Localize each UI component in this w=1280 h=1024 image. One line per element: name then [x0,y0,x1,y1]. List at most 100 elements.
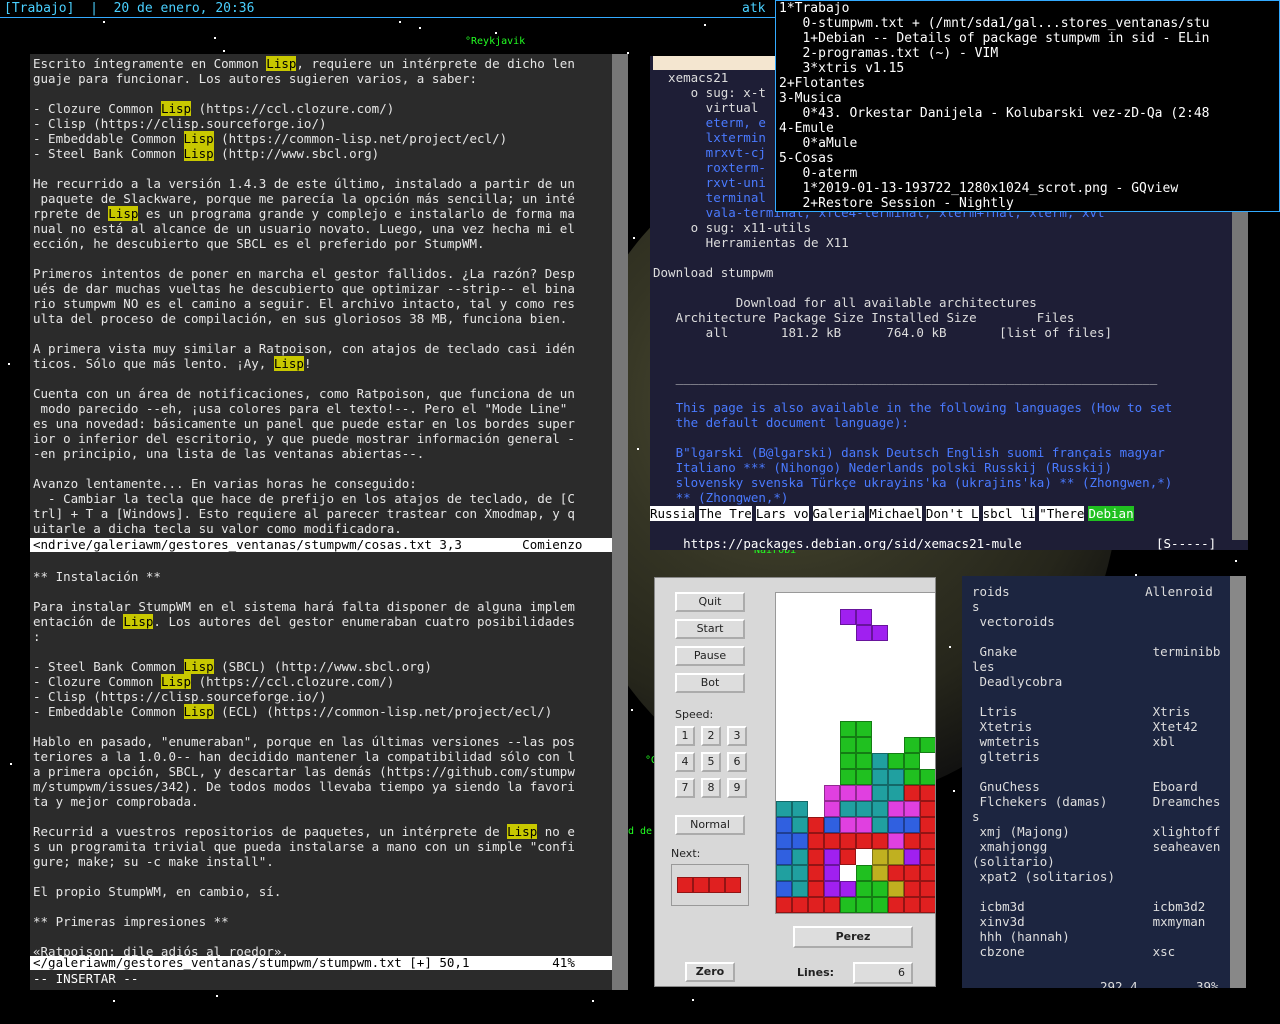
w3m-tab[interactable]: Don't L [925,506,979,521]
w3m-url-status: [S-----] [1156,536,1217,550]
player-name-button[interactable]: Perez [793,926,913,948]
text-span: Hablo en pasado, "enumeraban", porque en… [33,734,575,749]
star [10,763,12,765]
menu-item[interactable]: 0*43. Orkestar Danijela - Kolubarski vez… [779,106,1279,121]
w3m-url: https://packages.debian.org/sid/xemacs21… [683,536,1022,550]
w3m-line[interactable]: This page is also available in the follo… [653,400,1248,415]
tetris-block [872,801,888,817]
w3m-line: ________________________________________… [653,370,1158,385]
text-span: modo parecido --eh, ¡usa colores para el… [33,401,568,416]
w3m-tab[interactable]: Lars vo [755,506,809,521]
menu-item[interactable]: 2+Flotantes [779,76,1279,91]
tetris-board[interactable] [775,592,935,914]
speed-button-6[interactable]: 6 [727,752,747,772]
speed-button-8[interactable]: 8 [701,778,721,798]
next-piece-block [725,877,741,893]
text-line: entación de Lisp. Los autores del gestor… [33,614,575,629]
text-span: rprete de [33,206,109,221]
text-line: a primera opción, SBCL, y descartar las … [33,764,575,779]
speed-button-1[interactable]: 1 [675,726,695,746]
vim-scrollbar[interactable] [612,54,628,990]
w3m-line[interactable]: slovensky svenska Türkçe ukrayins'ka (uk… [653,475,1248,490]
w3m-tab[interactable]: Debian [1088,506,1134,521]
tetris-block [792,849,808,865]
menu-item[interactable]: 0-stumpwm.txt + (/mnt/sda1/gal...stores_… [779,16,1279,31]
text-line [33,584,575,599]
w3m-tab[interactable]: Michael [869,506,922,521]
vim-top-buffer[interactable]: Escrito íntegramente en Common Lisp, req… [30,54,628,538]
text-line [33,644,575,659]
tetris-block [840,833,856,849]
menu-item[interactable]: 0-aterm [779,166,1279,181]
w3m-tab[interactable]: Galeria [812,506,866,521]
text-line [33,371,625,386]
w3m-tab[interactable]: Russia [650,506,696,521]
quit-button[interactable]: Quit [675,592,745,612]
tetris-block [872,897,888,913]
w3m-line[interactable]: ** (Zhongwen,*) [653,490,1248,505]
normal-button[interactable]: Normal [675,815,745,835]
w3m-tab-bar[interactable]: Russia The Tre Lars vo Galeria Michael Don't … [650,506,1248,521]
speed-button-2[interactable]: 2 [701,726,721,746]
vim-bottom-buffer[interactable]: ** Instalación ** Para instalar StumpWM … [30,552,578,956]
tetris-block [888,801,904,817]
text-span: Primeros intentos de poner en marcha el … [33,266,575,281]
start-button[interactable]: Start [675,619,745,639]
game-list-line: Flchekers (damas) Dreamches [972,794,1221,809]
window-list-menu[interactable]: 1*Trabajo 0-stumpwm.txt + (/mnt/sda1/gal… [775,0,1280,212]
w3m-line[interactable]: B"lgarski (B@lgarski) dansk Deutsch Engl… [653,445,1248,460]
menu-item[interactable]: 1+Debian -- Details of package stumpwm i… [779,31,1279,46]
text-span: ta y mejor comprobada. [33,794,199,809]
menu-item[interactable]: 2-programas.txt (~) - VIM [779,46,1279,61]
text-line: Para instalar StumpWM en el sistema hará… [33,599,575,614]
text-span: entación de [33,614,124,629]
speed-button-7[interactable]: 7 [675,778,695,798]
speed-button-3[interactable]: 3 [727,726,747,746]
text-span: Avanzo lentamente... En varias horas he … [33,476,417,491]
text-span: - Clisp (https://clisp.sourceforge.io/) [33,116,327,131]
city-label: °Reykjavik [465,36,526,47]
tetris-block [920,881,935,897]
programas-txt-window[interactable]: roids Allenroid s vectoroids Gnake termin… [962,576,1246,988]
w3m-line[interactable]: Italiano *** (Nihongo) Nederlands polski… [653,460,1248,475]
vim-window[interactable]: Escrito íntegramente en Common Lisp, req… [30,54,628,990]
w3m-line[interactable]: o sug: x11-utils [653,220,1248,235]
menu-item[interactable]: 4-Emule [779,121,1279,136]
w3m-tab[interactable]: "There [1039,506,1085,521]
tetris-block [856,801,872,817]
text-line [33,86,625,101]
star [692,999,694,1001]
tetris-block [920,865,935,881]
star [216,995,218,997]
tetris-block [904,849,920,865]
menu-item[interactable]: 5-Cosas [779,151,1279,166]
text-line [33,929,575,944]
w3m-line[interactable]: the default document language): [653,415,1248,430]
menu-item[interactable]: 1*Trabajo [779,1,1279,16]
xtris-window[interactable]: Quit Start Pause Bot Speed: Normal Next:… [654,577,936,987]
search-highlight: Lisp [183,146,214,161]
text-span: m/stumpwm/issues/342). De todos modos ll… [33,779,575,794]
speed-button-5[interactable]: 5 [701,752,721,772]
bot-button[interactable]: Bot [675,673,745,693]
zero-button[interactable]: Zero [685,962,735,982]
w3m-line: Herramientas de X11 [653,235,849,250]
menu-item[interactable]: 3-Musica [779,91,1279,106]
tetris-block [808,897,824,913]
game-list-line: xmahjongg seaheaven [972,839,1221,854]
w3m-tab[interactable]: sbcl li [982,506,1036,521]
text-line: rio stumpwm NO es el camino a seguir. El… [33,296,625,311]
speed-button-9[interactable]: 9 [727,778,747,798]
menu-item[interactable]: 0*aMule [779,136,1279,151]
game-list-content[interactable]: roids Allenroid s vectoroids Gnake termin… [962,576,1246,959]
menu-item[interactable]: 2+Restore Session - Nightly [779,196,1279,211]
menu-item[interactable]: 1*2019-01-13-193722_1280x1024_scrot.png … [779,181,1279,196]
menu-item[interactable]: 3*xtris v1.15 [779,61,1279,76]
w3m-tab[interactable]: The Tre [699,506,752,521]
game-list-scrollbar[interactable] [1230,576,1246,988]
tetris-block [808,817,824,833]
text-line: - Clozure Common Lisp (https://ccl.clozu… [33,101,625,116]
pause-button[interactable]: Pause [675,646,745,666]
speed-button-4[interactable]: 4 [675,752,695,772]
tetris-block [920,897,935,913]
